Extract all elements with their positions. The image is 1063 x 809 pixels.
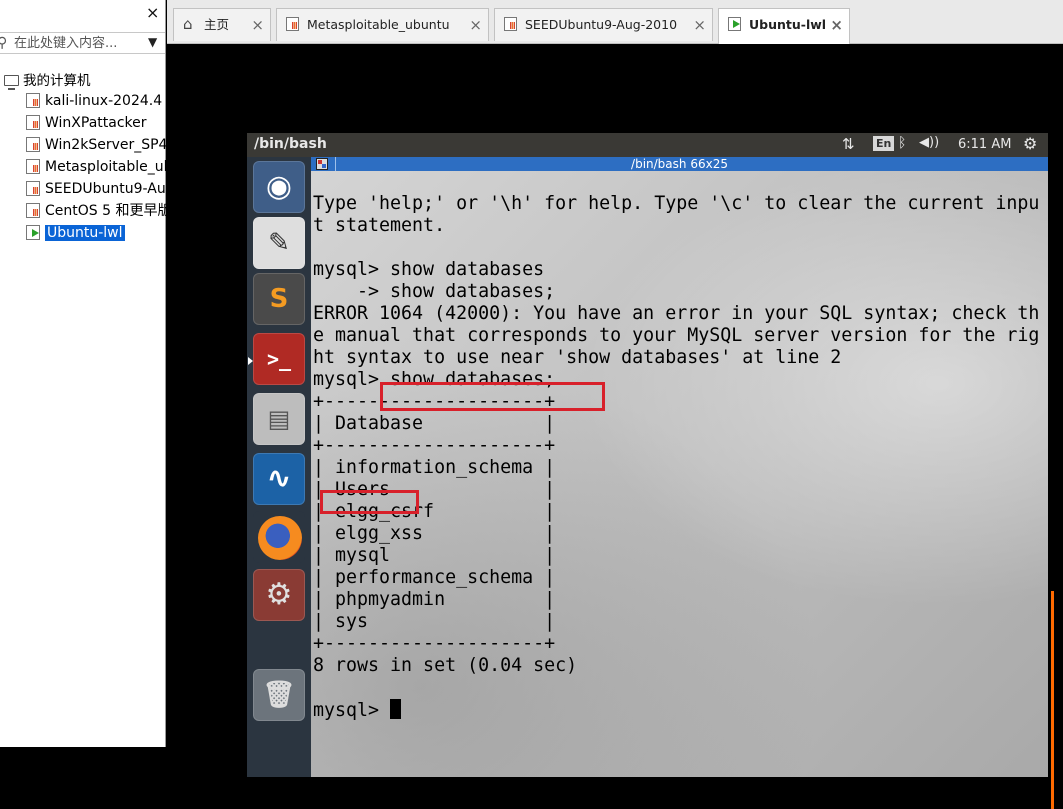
vm-running-icon	[728, 17, 741, 31]
tree-item-vm[interactable]: Metasploitable_ubuntu	[26, 157, 166, 177]
vm-icon	[504, 17, 517, 31]
terminal-body[interactable]: Type 'help;' or '\h' for help. Type '\c'…	[311, 171, 1048, 777]
terminal-line: mysql> show databases	[313, 259, 545, 280]
vm-label: SEEDUbuntu9-Aug-2010	[45, 181, 166, 197]
highlight-box-users	[320, 490, 419, 514]
ubuntu-dash-icon[interactable]: ◉	[253, 161, 305, 213]
tab-label: SEEDUbuntu9-Aug-2010	[525, 17, 678, 32]
terminal-line: | Users |	[313, 479, 556, 500]
terminal-window[interactable]: /bin/bash 66x25 Type 'help;' or '\h' for…	[311, 157, 1054, 809]
terminal-line: ht syntax to use near 'show databases' a…	[313, 347, 842, 368]
vm-label: WinXPattacker	[45, 115, 147, 131]
vm-label: Win2kServer_SP4	[45, 137, 166, 153]
tree-root-label: 我的计算机	[23, 73, 91, 89]
vm-icon	[26, 115, 40, 130]
trash-icon[interactable]: 🗑	[253, 669, 305, 721]
terminal-line: | information_schema |	[313, 457, 556, 478]
text-editor-icon[interactable]: ✎	[253, 217, 305, 269]
close-library-button[interactable]: ×	[146, 5, 159, 21]
terminal-line: | mysql |	[313, 545, 556, 566]
scroll-edge-indicator	[1051, 591, 1054, 809]
terminal-line: t statement.	[313, 215, 446, 236]
vm-icon	[26, 137, 40, 152]
guest-top-panel: /bin/bash ⇅ En ᛒ ◀)) 6:11 AM ⚙	[247, 133, 1048, 157]
vm-icon	[26, 93, 40, 108]
terminal-prompt-line[interactable]: mysql>	[313, 699, 1039, 721]
terminal-cursor	[390, 699, 402, 719]
vm-label: CentOS 5 和更早版本	[45, 203, 166, 219]
tab-label: 主页	[204, 17, 230, 32]
tab-label: Metasploitable_ubuntu	[307, 17, 450, 32]
file-manager-icon[interactable]: ▤	[253, 393, 305, 445]
tab-bar: ⌂ 主页 × Metasploitable_ubuntu × SEEDUbunt…	[167, 0, 1063, 44]
terminal-line: | elgg_csrf |	[313, 501, 556, 522]
tree-item-vm[interactable]: kali-linux-2024.4	[26, 91, 166, 111]
close-tab-icon[interactable]: ×	[693, 9, 706, 41]
terminal-line: ERROR 1064 (42000): You have an error in…	[313, 303, 1040, 324]
tab-home[interactable]: ⌂ 主页 ×	[173, 8, 271, 41]
tree-root-my-computer[interactable]: 我的计算机	[4, 69, 91, 90]
unity-launcher: ◉ ✎ S >_ ▤ ∿ ⚙ 🗑	[247, 157, 311, 777]
terminal-line: | phpmyadmin |	[313, 589, 556, 610]
tree-item-vm[interactable]: CentOS 5 和更早版本	[26, 201, 166, 221]
tab-metasploitable[interactable]: Metasploitable_ubuntu ×	[276, 8, 489, 41]
tree-item-vm-selected[interactable]: Ubuntu-lwl	[26, 223, 166, 243]
terminal-line: 8 rows in set (0.04 sec)	[313, 655, 578, 676]
vm-icon	[286, 17, 299, 31]
computer-icon	[4, 75, 19, 90]
tree-item-vm[interactable]: SEEDUbuntu9-Aug-2010	[26, 179, 166, 199]
sublime-text-icon[interactable]: S	[253, 273, 305, 325]
tab-label: Ubuntu-lwl	[749, 17, 827, 32]
vm-screen[interactable]: /bin/bash ⇅ En ᛒ ◀)) 6:11 AM ⚙ ◉ ✎ S >_ …	[167, 44, 1063, 809]
volume-icon[interactable]: ◀))	[919, 135, 939, 150]
firefox-icon[interactable]	[253, 511, 305, 563]
vm-label: kali-linux-2024.4	[45, 93, 163, 109]
terminal-prompt: mysql>	[313, 700, 391, 721]
terminal-line: e manual that corresponds to your MySQL …	[313, 325, 1040, 346]
guest-desktop: /bin/bash ⇅ En ᛒ ◀)) 6:11 AM ⚙ ◉ ✎ S >_ …	[247, 133, 1054, 809]
library-search: ⚲ ▼	[0, 32, 165, 54]
close-tab-icon[interactable]: ×	[251, 9, 264, 41]
home-icon: ⌂	[183, 15, 193, 33]
terminal-line: | elgg_xss |	[313, 523, 556, 544]
clock[interactable]: 6:11 AM	[958, 137, 1011, 152]
search-icon: ⚲	[0, 35, 8, 51]
active-window-title: /bin/bash	[254, 136, 327, 152]
vm-icon	[26, 203, 40, 218]
terminal-titlebar[interactable]: /bin/bash 66x25	[311, 157, 1048, 171]
terminal-line: | performance_schema |	[313, 567, 556, 588]
system-settings-icon[interactable]: ⚙	[253, 569, 305, 621]
terminal-line: +--------------------+	[313, 633, 556, 654]
tree-item-vm[interactable]: WinXPattacker	[26, 113, 166, 133]
bluetooth-icon[interactable]: ᛒ	[898, 135, 906, 151]
chevron-down-icon[interactable]: ▼	[148, 35, 157, 49]
terminal-output[interactable]: Type 'help;' or '\h' for help. Type '\c'…	[313, 193, 1039, 721]
terminal-line: | sys |	[313, 611, 556, 632]
vm-icon	[26, 159, 40, 174]
tree-item-vm[interactable]: Win2kServer_SP4	[26, 135, 166, 155]
library-search-input[interactable]	[14, 35, 144, 51]
input-method-indicator[interactable]: En	[873, 136, 895, 151]
terminal-line: -> show databases;	[313, 281, 556, 302]
close-tab-icon[interactable]: ×	[830, 9, 843, 41]
vm-icon	[26, 181, 40, 196]
wireshark-icon[interactable]: ∿	[253, 453, 305, 505]
gear-icon[interactable]: ⚙	[1023, 134, 1037, 153]
terminal-line: Type 'help;' or '\h' for help. Type '\c'…	[313, 193, 1040, 214]
terminal-line: | Database |	[313, 413, 556, 434]
library-panel: × ⚲ ▼ 我的计算机 kali-linux-2024.4 WinXPattac…	[0, 0, 166, 747]
close-tab-icon[interactable]: ×	[469, 9, 482, 41]
network-icon[interactable]: ⇅	[842, 135, 855, 153]
tab-seedubuntu[interactable]: SEEDUbuntu9-Aug-2010 ×	[494, 8, 713, 41]
terminal-line: +--------------------+	[313, 435, 556, 456]
vm-label: Metasploitable_ubuntu	[45, 159, 166, 175]
tab-ubuntu-lwl[interactable]: Ubuntu-lwl ×	[718, 8, 850, 44]
highlight-box-command	[380, 382, 605, 411]
vm-running-icon	[26, 225, 40, 240]
terminal-icon[interactable]: >_	[253, 333, 305, 385]
vm-label: Ubuntu-lwl	[45, 225, 125, 241]
terminal-title: /bin/bash 66x25	[631, 157, 728, 171]
